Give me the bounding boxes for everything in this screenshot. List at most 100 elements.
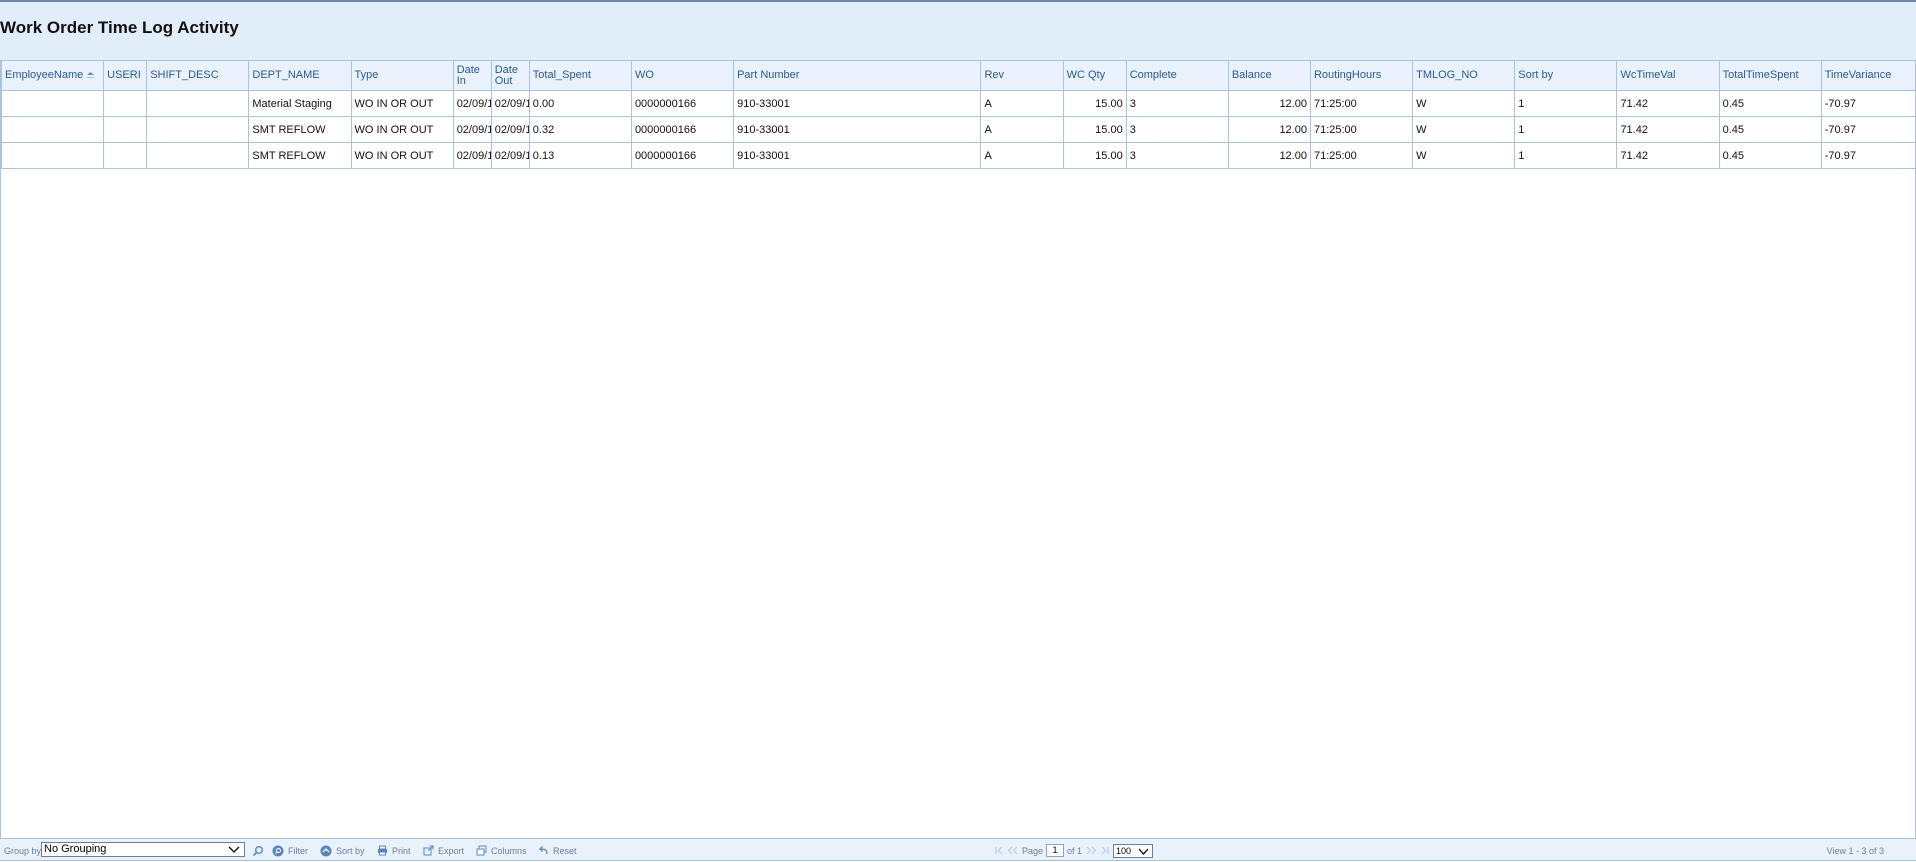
grid-table: EmployeeName USERI SHIFT_DESC DEPT_NAME … [0,60,1916,169]
column-header-rev[interactable]: Rev [980,60,1064,91]
column-header-totaltimespent[interactable]: TotalTimeSpent [1718,60,1822,91]
cell-wc-time-val: 71.42 [1616,142,1720,169]
column-header-label: Part Number [737,69,800,81]
column-header-date-in[interactable]: Date In [452,60,492,91]
column-header-routinghours[interactable]: RoutingHours [1309,60,1414,91]
filter-label: Filter [288,845,308,856]
cell-complete: 3 [1125,116,1229,143]
cell-sort-by: 1 [1514,90,1618,117]
chevron-down-icon [228,846,240,853]
cell-wc-qty: 15.00 [1062,142,1127,169]
prev-page-icon[interactable] [1007,846,1019,855]
group-by-select[interactable]: No Grouping [41,842,245,857]
cell-total-time-spent: 0.45 [1718,142,1822,169]
page-label: Page [1022,845,1044,856]
cell-date-out: 02/09/1 [490,142,530,169]
column-header-tmlog-no[interactable]: TMLOG_NO [1412,60,1516,91]
column-header-part-number[interactable]: Part Number [733,60,982,91]
column-header-type[interactable]: Type [350,60,454,91]
column-header-label: Balance [1231,69,1272,81]
cell-time-variance: -70.97 [1820,90,1916,117]
column-header-label: WO [634,69,654,81]
table-row[interactable]: SMT REFLOW WO IN OR OUT 02/09/1 02/09/1 … [0,142,1916,169]
reset-label: Reset [553,845,577,856]
cell-tmlog-no: W [1412,90,1516,117]
cell-routing-hours: 71:25:00 [1309,90,1414,117]
cell-shift [146,90,250,117]
column-header-label: Sort by [1518,69,1554,81]
cell-date-out: 02/09/1 [490,90,530,117]
print-label: Print [392,845,411,856]
cell-date-in: 02/09/1 [452,116,492,143]
sort-button[interactable]: Sort by [320,839,365,862]
print-button[interactable]: Print [377,839,411,862]
cell-sort-by: 1 [1514,142,1618,169]
cell-dept: SMT REFLOW [248,142,352,169]
table-row[interactable]: Material Staging WO IN OR OUT 02/09/1 02… [0,90,1916,117]
last-page-icon[interactable] [1100,846,1110,855]
column-header-dept-name[interactable]: DEPT_NAME [248,60,352,91]
next-page-icon[interactable] [1085,846,1097,855]
cell-time-variance: -70.97 [1820,142,1916,169]
column-header-total-spent[interactable]: Total_Spent [528,60,632,91]
filter-button[interactable]: Filter [272,839,308,862]
cell-wc-time-val: 71.42 [1616,90,1720,117]
column-header-wc-qty[interactable]: WC Qty [1062,60,1127,91]
cell-routing-hours: 71:25:00 [1309,116,1414,143]
cell-employee [0,142,105,169]
cell-routing-hours: 71:25:00 [1309,142,1414,169]
column-header-useri[interactable]: USERI [103,60,148,91]
cell-wo: 0000000166 [630,116,735,143]
cell-employee [0,116,105,143]
rows-per-page-select[interactable]: 100 [1113,843,1154,858]
cell-balance: 12.00 [1227,116,1311,143]
search-button[interactable] [252,839,264,862]
cell-tmlog-no: W [1412,142,1516,169]
column-header-label: EmployeeName [5,69,84,81]
column-header-wctimeval[interactable]: WcTimeVal [1616,60,1720,91]
export-label: Export [438,845,465,856]
cell-wc-time-val: 71.42 [1616,116,1720,143]
table-row[interactable]: SMT REFLOW WO IN OR OUT 02/09/1 02/09/1 … [0,116,1916,143]
first-page-icon[interactable] [994,846,1004,855]
column-header-timevariance[interactable]: TimeVariance [1820,60,1916,91]
column-header-label: SHIFT_DESC [150,69,219,81]
column-header-label: Rev [984,69,1005,81]
cell-total-time-spent: 0.45 [1718,90,1822,117]
cell-type: WO IN OR OUT [350,90,454,117]
grid-footer-toolbar: Group by: No Grouping Filter Sort by Pri… [0,838,1916,861]
pager: Page 1 of 1 100 [994,839,1154,862]
reset-icon [539,846,548,855]
cell-wo: 0000000166 [630,90,735,117]
column-header-label: Date Out [494,63,518,87]
cell-total-spent: 0.13 [528,142,632,169]
column-header-shift-desc[interactable]: SHIFT_DESC [146,60,250,91]
cell-date-in: 02/09/1 [452,142,492,169]
column-header-balance[interactable]: Balance [1227,60,1311,91]
column-header-sort-by[interactable]: Sort by [1514,60,1618,91]
cell-complete: 3 [1125,90,1229,117]
cell-balance: 12.00 [1227,142,1311,169]
cell-type: WO IN OR OUT [350,116,454,143]
sort-ascending-icon[interactable] [87,72,95,79]
print-icon [378,845,387,856]
column-header-wo[interactable]: WO [630,60,735,91]
cell-time-variance: -70.97 [1820,116,1916,143]
reset-button[interactable]: Reset [538,839,577,862]
group-by-label: Group by: [4,845,44,856]
column-header-employeename[interactable]: EmployeeName [0,60,105,91]
columns-button[interactable]: Columns [476,839,527,862]
column-header-label: DEPT_NAME [252,69,320,81]
cell-employee [0,90,105,117]
column-header-label: Date In [456,63,480,87]
column-header-label: USERI [107,69,141,81]
column-header-label: Complete [1129,69,1177,81]
column-header-label: TMLOG_NO [1416,69,1478,81]
column-header-complete[interactable]: Complete [1125,60,1229,91]
filter-icon [272,845,284,856]
cell-shift [146,142,250,169]
sort-label: Sort by [336,845,365,856]
column-header-date-out[interactable]: Date Out [490,60,530,91]
export-button[interactable]: Export [423,839,464,862]
page-number-input[interactable]: 1 [1046,844,1065,857]
